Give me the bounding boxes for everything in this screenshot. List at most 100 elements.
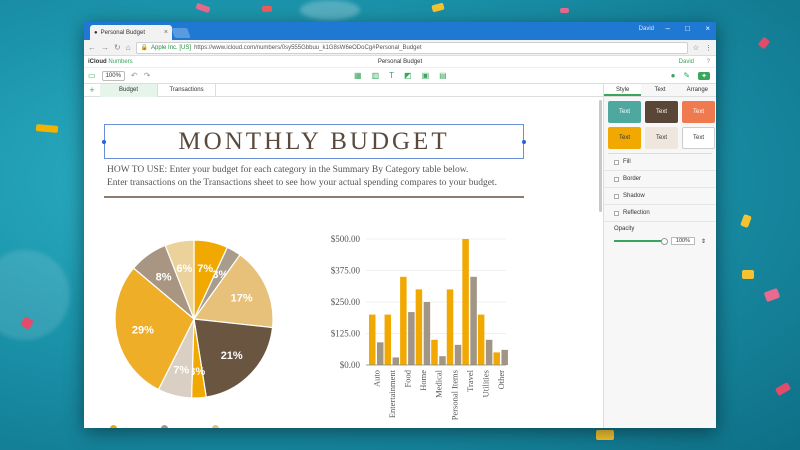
home-icon[interactable]: ⌂ bbox=[126, 43, 131, 52]
tab-transactions[interactable]: Transactions bbox=[158, 83, 216, 97]
y-tick-label: $250.00 bbox=[331, 297, 361, 307]
bar[interactable] bbox=[431, 339, 438, 365]
shadow-label: Shadow bbox=[623, 193, 645, 199]
tools-icon[interactable]: ✎ bbox=[683, 71, 690, 80]
back-icon[interactable]: ← bbox=[88, 43, 96, 52]
text-icon[interactable]: T bbox=[389, 71, 394, 80]
bar[interactable] bbox=[470, 276, 477, 365]
checkbox[interactable] bbox=[614, 210, 619, 216]
browser-user: David bbox=[638, 26, 654, 32]
bar[interactable] bbox=[392, 357, 400, 365]
tab-text[interactable]: Text bbox=[641, 84, 678, 96]
redo-icon[interactable]: ↷ bbox=[144, 71, 151, 80]
page-title: MONTHLY BUDGET bbox=[178, 127, 450, 155]
selection-handle[interactable] bbox=[102, 140, 106, 144]
bar[interactable] bbox=[384, 314, 392, 365]
app-user[interactable]: David bbox=[679, 59, 694, 65]
title-text-box[interactable]: MONTHLY BUDGET bbox=[102, 124, 526, 159]
style-swatch[interactable]: Text bbox=[682, 127, 715, 149]
format-brush-icon[interactable]: ✦ bbox=[698, 71, 710, 80]
tab-budget[interactable]: Budget bbox=[100, 83, 158, 97]
bar[interactable] bbox=[439, 356, 446, 365]
background-bokeh bbox=[300, 0, 360, 20]
sidebar-icon[interactable]: ▭ bbox=[88, 71, 96, 80]
x-tick-label: Auto bbox=[372, 370, 382, 387]
checkbox[interactable] bbox=[614, 193, 619, 199]
opacity-value[interactable]: 100% bbox=[670, 237, 695, 245]
pie-slice-label: 6% bbox=[176, 263, 192, 275]
reflection-option[interactable]: Reflection bbox=[604, 205, 716, 222]
lock-icon: 🔒 bbox=[140, 45, 149, 51]
bar[interactable] bbox=[377, 342, 384, 365]
star-icon[interactable]: ☆ bbox=[693, 44, 699, 52]
tab-style[interactable]: Style bbox=[604, 84, 642, 96]
bar[interactable] bbox=[400, 276, 407, 365]
table-icon[interactable]: ▦ bbox=[354, 71, 362, 80]
bar[interactable] bbox=[408, 312, 415, 365]
x-tick-label: Entertainment bbox=[387, 369, 397, 418]
help-icon[interactable]: ? bbox=[707, 59, 710, 65]
comment-icon[interactable]: ▤ bbox=[439, 71, 447, 80]
shape-icon[interactable]: ◩ bbox=[404, 71, 412, 80]
pie-chart[interactable]: 7% 3%17%21%3%7%29%8%6% bbox=[114, 239, 274, 399]
minimize-icon[interactable]: – bbox=[666, 24, 670, 33]
undo-icon[interactable]: ↶ bbox=[131, 71, 138, 80]
bar[interactable] bbox=[477, 314, 485, 365]
border-label: Border bbox=[623, 176, 642, 182]
confetti bbox=[262, 6, 272, 12]
bar[interactable] bbox=[415, 289, 423, 365]
sheet-canvas[interactable]: MONTHLY BUDGET HOW TO USE: Enter your bu… bbox=[84, 97, 603, 428]
bar-chart[interactable]: $0.00 $125.00 $250.00 $375.00 $500.00 Auto Ent… bbox=[294, 233, 514, 428]
stepper-icon[interactable]: ⇕ bbox=[701, 238, 706, 245]
border-option[interactable]: Border bbox=[604, 171, 716, 188]
bar[interactable] bbox=[446, 289, 454, 365]
url-input[interactable]: 🔒 Apple Inc. [US] https://www.icloud.com… bbox=[135, 41, 688, 54]
reload-icon[interactable]: ↻ bbox=[114, 43, 121, 52]
chart-icon[interactable]: ▥ bbox=[372, 71, 380, 80]
new-tab-button[interactable] bbox=[171, 28, 191, 38]
bar[interactable] bbox=[501, 349, 508, 365]
shadow-option[interactable]: Shadow bbox=[604, 188, 716, 205]
media-icon[interactable]: ▣ bbox=[422, 71, 430, 80]
zoom-select[interactable]: 100% bbox=[101, 70, 125, 81]
style-swatch[interactable]: Text bbox=[645, 127, 678, 149]
forward-icon[interactable]: → bbox=[101, 43, 109, 52]
maximize-icon[interactable]: □ bbox=[685, 24, 690, 33]
browser-tab[interactable]: ● Personal Budget × bbox=[90, 25, 172, 40]
x-tick-label: Utilities bbox=[480, 370, 490, 397]
instructions-text[interactable]: HOW TO USE: Enter your budget for each c… bbox=[107, 164, 527, 190]
selection-handle[interactable] bbox=[522, 140, 526, 144]
opacity-slider[interactable] bbox=[614, 238, 668, 245]
confetti bbox=[560, 8, 569, 13]
checkbox[interactable] bbox=[614, 176, 619, 182]
background-bokeh bbox=[0, 250, 70, 340]
close-window-icon[interactable]: × bbox=[705, 24, 710, 33]
style-swatch[interactable]: Text bbox=[608, 101, 641, 123]
bar[interactable] bbox=[485, 339, 493, 365]
legend-dot bbox=[110, 425, 117, 428]
checkbox[interactable] bbox=[614, 159, 619, 165]
vertical-scrollbar[interactable] bbox=[599, 100, 602, 212]
x-tick-label: Other bbox=[496, 370, 506, 390]
fill-option[interactable]: Fill bbox=[604, 154, 716, 171]
pie-slice-label: 17% bbox=[231, 293, 253, 305]
style-swatches: Text Text Text Text Text Text bbox=[604, 97, 716, 149]
style-swatch[interactable]: Text bbox=[608, 127, 641, 149]
x-tick-label: Personal Items bbox=[449, 370, 459, 420]
style-swatch[interactable]: Text bbox=[645, 101, 678, 123]
collaborate-icon[interactable]: ● bbox=[671, 71, 676, 80]
tab-arrange[interactable]: Arrange bbox=[679, 84, 716, 96]
app-brand[interactable]: iCloud Numbers bbox=[88, 59, 133, 65]
bar[interactable] bbox=[369, 314, 376, 365]
confetti bbox=[742, 270, 754, 279]
menu-icon[interactable]: ⋮ bbox=[705, 44, 712, 52]
bar[interactable] bbox=[423, 302, 431, 365]
close-tab-icon[interactable]: × bbox=[164, 29, 168, 36]
confetti bbox=[757, 36, 771, 50]
pie-slice-label: 7% bbox=[173, 365, 189, 377]
bar[interactable] bbox=[493, 352, 500, 365]
style-swatch[interactable]: Text bbox=[682, 101, 715, 123]
bar[interactable] bbox=[454, 344, 462, 365]
bar[interactable] bbox=[462, 239, 469, 365]
add-sheet-icon[interactable]: + bbox=[84, 85, 100, 95]
